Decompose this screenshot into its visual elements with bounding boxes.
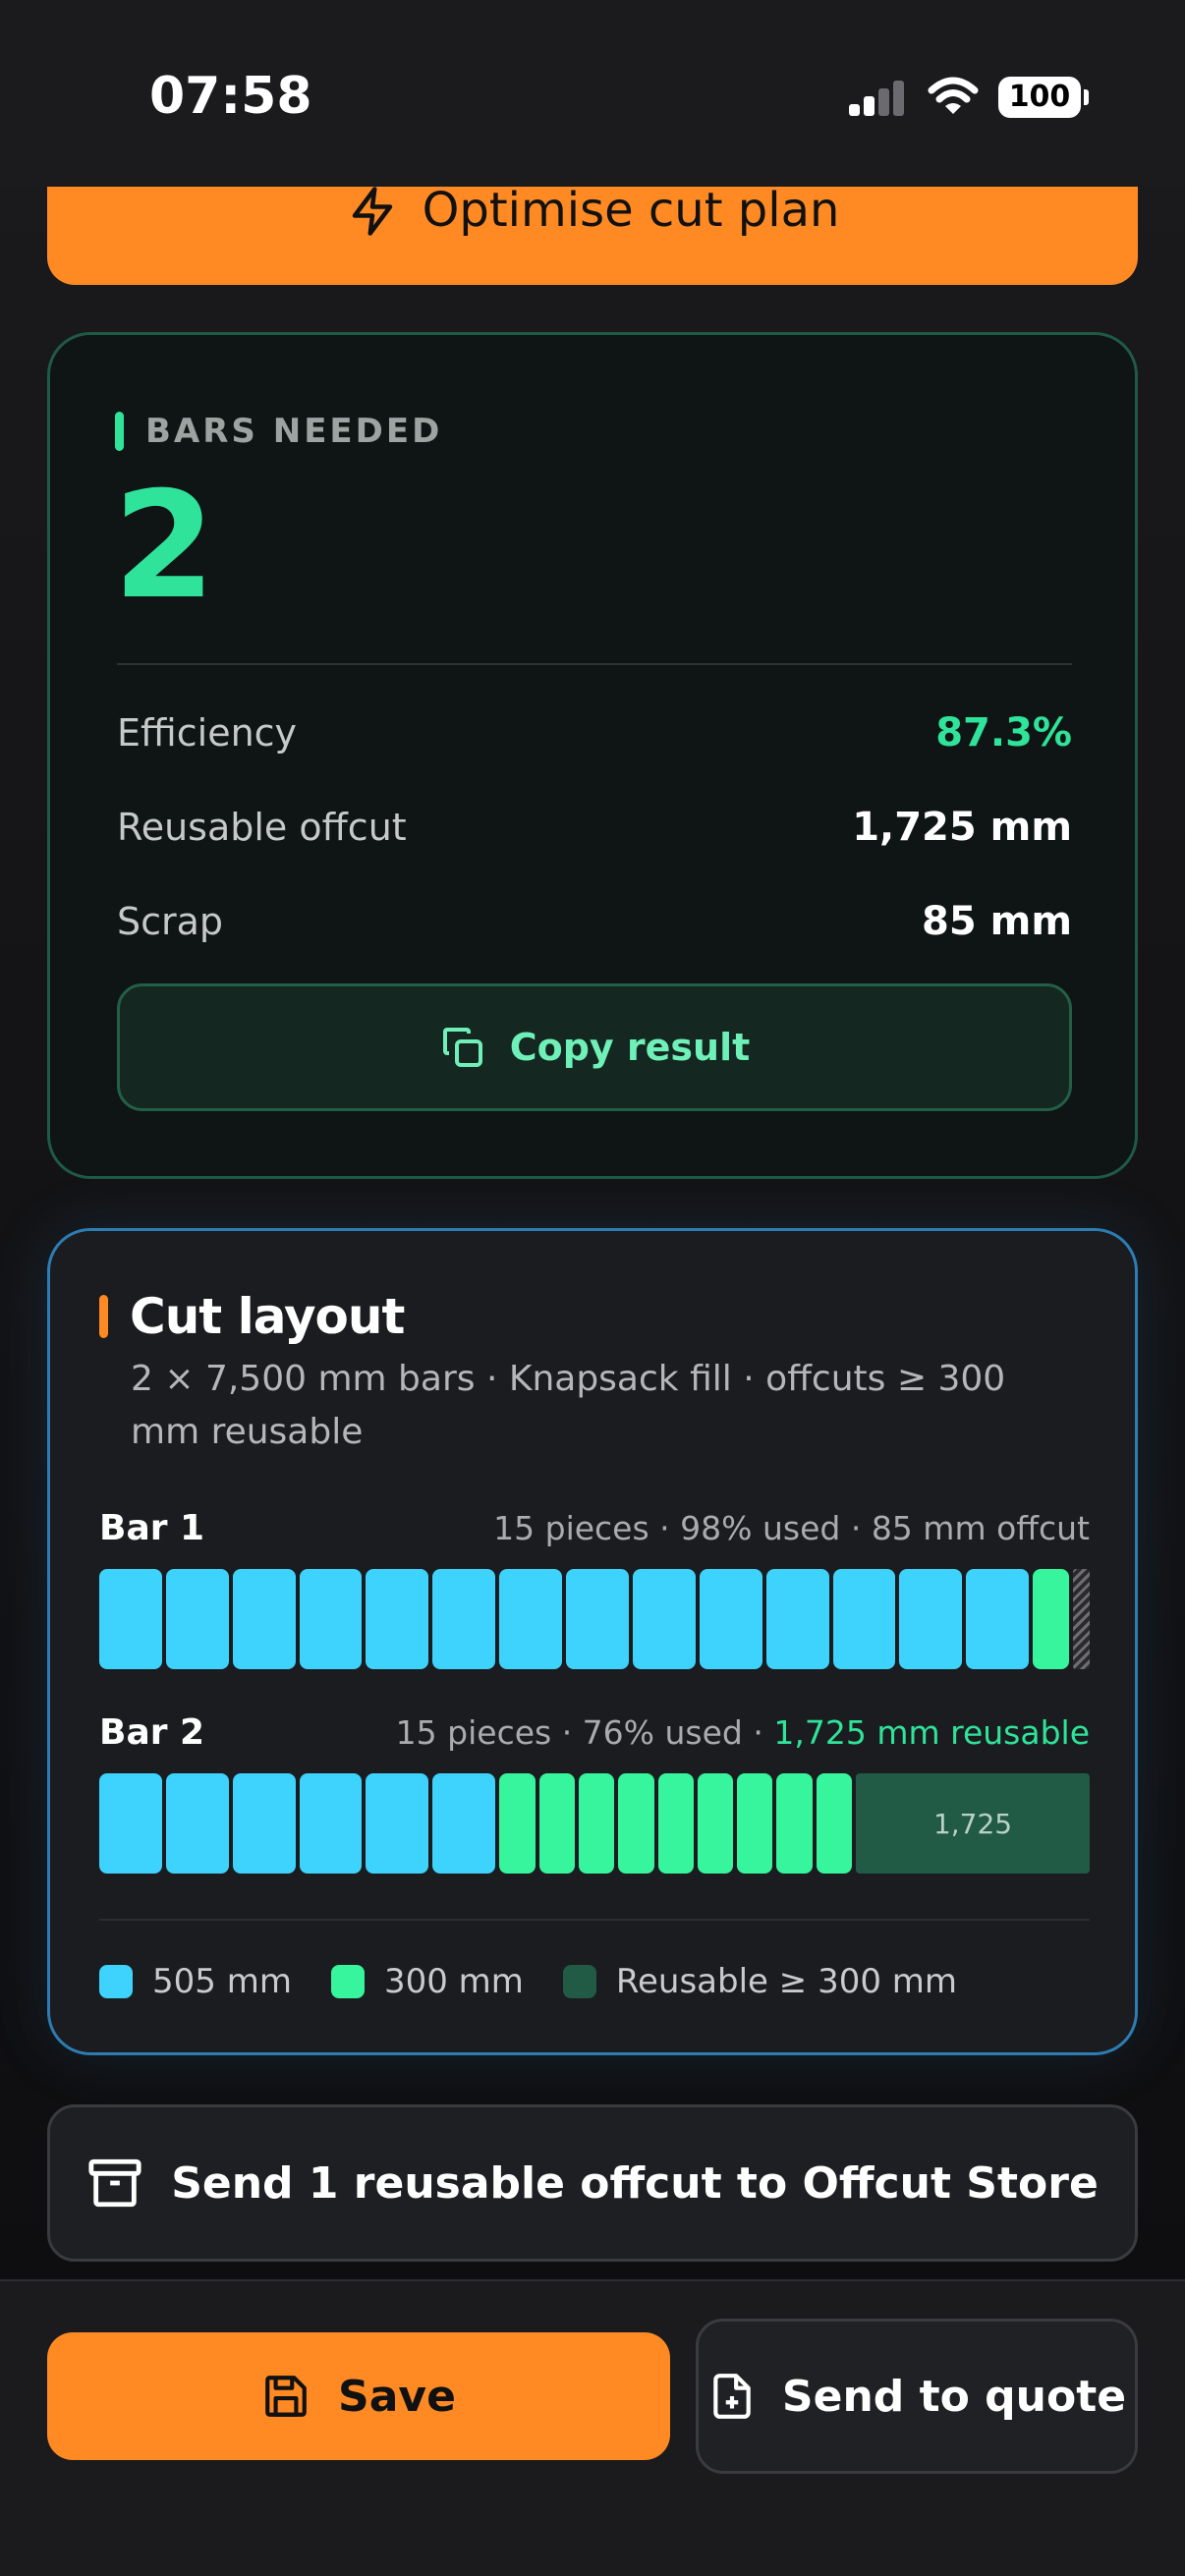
stat-row-reusable-offcut: Reusable offcut 1,725 mm	[117, 805, 1072, 850]
scrap-segment	[1072, 1569, 1090, 1669]
piece-505mm	[632, 1569, 696, 1669]
save-label: Save	[338, 2371, 456, 2422]
legend-label: 300 mm	[383, 1962, 524, 2001]
piece-505mm	[99, 1773, 162, 1874]
save-icon	[265, 2376, 307, 2417]
piece-300mm	[618, 1773, 654, 1874]
copy-result-label: Copy result	[509, 1026, 751, 1069]
legend-item-505: 505 mm	[99, 1962, 292, 2001]
bar-1-track	[99, 1569, 1090, 1669]
bars-needed-label: BARS NEEDED	[145, 412, 443, 451]
piece-505mm	[699, 1569, 762, 1669]
bottom-action-bar: Save Send to quote	[0, 2279, 1185, 2576]
piece-505mm	[299, 1773, 363, 1874]
legend-swatch	[562, 1965, 596, 1998]
piece-505mm	[366, 1569, 429, 1669]
bar-meta: 15 pieces · 98% used · 85 mm offcut	[493, 1509, 1090, 1547]
piece-505mm	[232, 1773, 296, 1874]
reusable-offcut-segment: 1,725	[856, 1773, 1090, 1874]
bar-1-header: Bar 1 15 pieces · 98% used · 85 mm offcu…	[99, 1508, 1090, 1548]
send-offcut-button[interactable]: Send 1 reusable offcut to Offcut Store	[47, 2104, 1138, 2262]
legend-label: 505 mm	[152, 1962, 292, 2001]
bar-2-track: 1,725	[99, 1773, 1090, 1874]
divider	[117, 663, 1072, 665]
cellular-signal-icon	[849, 81, 904, 116]
legend-swatch	[330, 1965, 365, 1998]
save-button[interactable]: Save	[47, 2332, 670, 2460]
battery-icon: 100	[998, 77, 1089, 118]
legend: 505 mm 300 mm Reusable ≥ 300 mm	[99, 1962, 957, 2001]
clock: 07:58	[149, 67, 312, 126]
bars-needed-heading: BARS NEEDED	[115, 412, 442, 451]
bar-meta: 15 pieces · 76% used · 1,725 mm reusable	[395, 1713, 1090, 1752]
legend-item-300: 300 mm	[330, 1962, 524, 2001]
result-card: BARS NEEDED 2 Efficiency 87.3% Reusable …	[47, 332, 1138, 1179]
stat-value: 85 mm	[922, 899, 1072, 944]
stat-label: Efficiency	[117, 711, 298, 755]
divider	[99, 1919, 1090, 1921]
legend-item-reusable: Reusable ≥ 300 mm	[562, 1962, 958, 2001]
piece-300mm	[578, 1773, 615, 1874]
send-offcut-label: Send 1 reusable offcut to Offcut Store	[171, 2157, 1099, 2209]
screen: 07:58 100 Optimise cut plan BARS NEEDED …	[0, 0, 1185, 2576]
piece-505mm	[165, 1569, 229, 1669]
accent-bar	[99, 1295, 108, 1338]
cut-layout-card: Cut layout 2 × 7,500 mm bars · Knapsack …	[47, 1228, 1138, 2055]
piece-505mm	[432, 1569, 496, 1669]
piece-300mm	[499, 1773, 536, 1874]
piece-300mm	[737, 1773, 773, 1874]
piece-505mm	[966, 1569, 1030, 1669]
bar-2-header: Bar 2 15 pieces · 76% used · 1,725 mm re…	[99, 1712, 1090, 1753]
stat-value: 87.3%	[935, 710, 1072, 756]
accent-bar	[115, 412, 124, 451]
piece-505mm	[99, 1569, 162, 1669]
piece-505mm	[299, 1569, 363, 1669]
archive-box-icon	[88, 2158, 141, 2208]
piece-505mm	[899, 1569, 963, 1669]
piece-505mm	[566, 1569, 629, 1669]
cut-layout-title: Cut layout	[130, 1288, 405, 1345]
cut-layout-subtitle: 2 × 7,500 mm bars · Knapsack fill · offc…	[131, 1359, 1006, 1452]
piece-300mm	[776, 1773, 813, 1874]
piece-300mm	[697, 1773, 734, 1874]
piece-300mm	[816, 1773, 853, 1874]
send-to-quote-button[interactable]: Send to quote	[696, 2319, 1138, 2474]
wifi-icon	[928, 77, 979, 114]
stat-label: Reusable offcut	[117, 806, 407, 849]
lightning-icon	[352, 187, 392, 236]
legend-label: Reusable ≥ 300 mm	[615, 1962, 958, 2001]
send-to-quote-label: Send to quote	[781, 2371, 1127, 2422]
piece-505mm	[499, 1569, 563, 1669]
cut-layout-heading: Cut layout	[99, 1288, 405, 1345]
status-bar: 07:58 100	[0, 0, 1185, 187]
bar-name: Bar 1	[99, 1508, 205, 1548]
stat-value: 1,725 mm	[852, 805, 1072, 850]
piece-505mm	[432, 1773, 496, 1874]
piece-300mm	[1033, 1569, 1069, 1669]
legend-swatch	[99, 1965, 133, 1998]
copy-icon	[442, 1028, 482, 1067]
piece-505mm	[832, 1569, 896, 1669]
piece-505mm	[165, 1773, 229, 1874]
copy-result-button[interactable]: Copy result	[117, 983, 1072, 1111]
bars-needed-value: 2	[113, 461, 216, 632]
file-plus-icon	[713, 2374, 751, 2419]
optimise-label: Optimise cut plan	[422, 183, 840, 238]
stat-row-efficiency: Efficiency 87.3%	[117, 710, 1072, 756]
stat-row-scrap: Scrap 85 mm	[117, 899, 1072, 944]
stat-label: Scrap	[117, 900, 224, 943]
bar-name: Bar 2	[99, 1712, 205, 1753]
piece-505mm	[366, 1773, 429, 1874]
piece-505mm	[232, 1569, 296, 1669]
piece-300mm	[657, 1773, 694, 1874]
piece-300mm	[538, 1773, 575, 1874]
piece-505mm	[765, 1569, 829, 1669]
